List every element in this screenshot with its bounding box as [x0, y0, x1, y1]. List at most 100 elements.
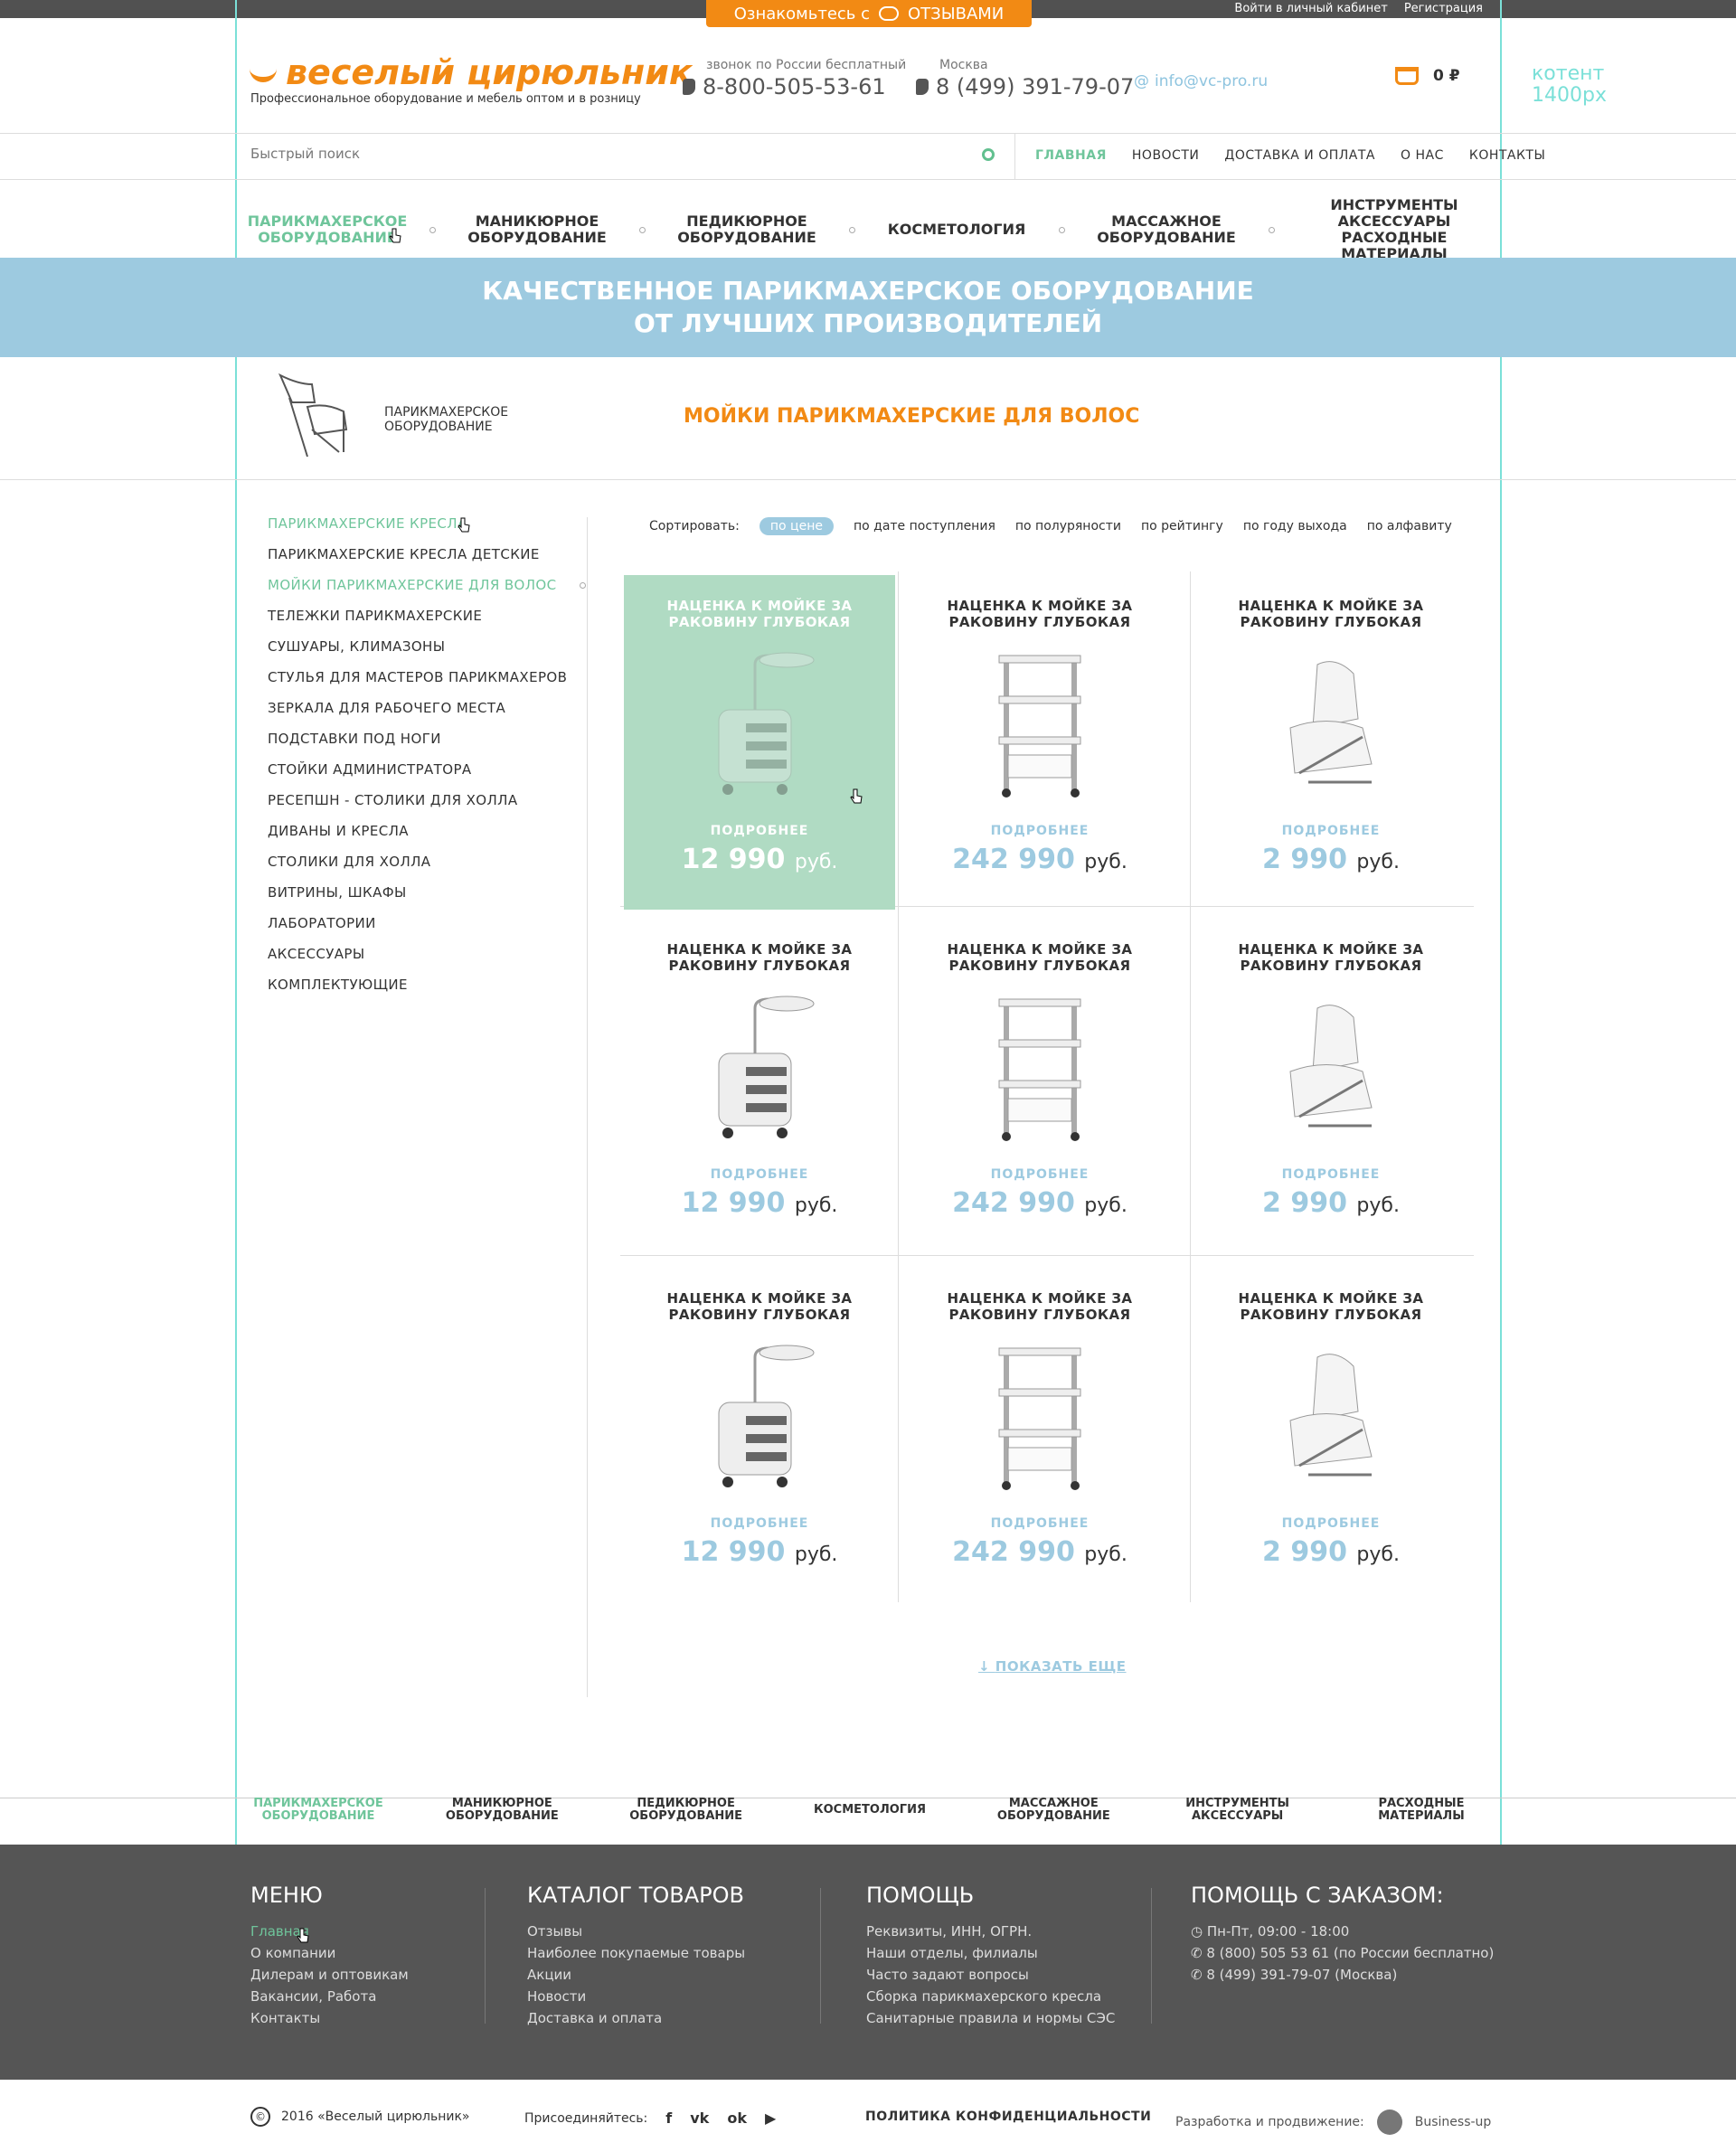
- details-link[interactable]: ПОДРОБНЕЕ: [904, 1516, 1175, 1531]
- product-card[interactable]: НАЦЕНКА К МОЙКЕ ЗА РАКОВИНУ ГЛУБОКАЯ ПОДРО…: [624, 1268, 895, 1602]
- odnoklassniki-icon[interactable]: ok: [727, 2110, 747, 2127]
- sort-by-alpha[interactable]: по алфавиту: [1367, 519, 1452, 533]
- privacy-policy-link[interactable]: ПОЛИТИКА КОНФИДЕНЦИАЛЬНОСТИ: [865, 2110, 1151, 2124]
- product-image[interactable]: [701, 990, 818, 1144]
- category-manicure[interactable]: МАНИКЮРНОЕ ОБОРУДОВАНИЕ: [447, 213, 627, 246]
- footer-link[interactable]: Главная: [250, 1921, 409, 1942]
- phone-moscow-number[interactable]: 8 (499) 391-79-07: [936, 74, 1134, 99]
- sidebar-item[interactable]: СТОЙКИ АДМИНИСТРАТОРА: [268, 754, 586, 785]
- sidebar-item[interactable]: ВИТРИНЫ, ШКАФЫ: [268, 877, 586, 908]
- sidebar-item[interactable]: ПАРИКМАХЕРСКИЕ КРЕСЛА ДЕТСКИЕ: [268, 539, 586, 570]
- footer-link[interactable]: Санитарные правила и нормы СЭС: [866, 2007, 1115, 2029]
- nav-about[interactable]: О НАС: [1401, 148, 1444, 163]
- sort-by-price[interactable]: по цене: [759, 517, 834, 535]
- product-image[interactable]: [981, 1339, 1099, 1493]
- sidebar-item[interactable]: СТОЛИКИ ДЛЯ ХОЛЛА: [268, 846, 586, 877]
- sidebar-item[interactable]: ТЕЛЕЖКИ ПАРИКМАХЕРСКИЕ: [268, 600, 586, 631]
- search-icon[interactable]: [982, 148, 995, 161]
- details-link[interactable]: ПОДРОБНЕЕ: [624, 1167, 895, 1182]
- footer-link[interactable]: Реквизиты, ИНН, ОГРН.: [866, 1921, 1115, 1942]
- footer-phone[interactable]: ✆ 8 (800) 505 53 61 (по России бесплатно…: [1191, 1942, 1494, 1964]
- phone-free-number[interactable]: 8-800-505-53-61: [703, 74, 886, 99]
- product-title[interactable]: НАЦЕНКА К МОЙКЕ ЗА РАКОВИНУ ГЛУБОКАЯ: [904, 598, 1175, 630]
- reviews-promo-button[interactable]: Ознакомьтесь с ОТЗЫВАМИ: [706, 0, 1032, 27]
- show-more-button[interactable]: ↓ ПОКАЗАТЬ ЕЩЕ: [978, 1658, 1127, 1675]
- sort-by-year[interactable]: по году выхода: [1243, 519, 1347, 533]
- youtube-icon[interactable]: ▶: [765, 2110, 776, 2127]
- footer-category[interactable]: ПЕДИКЮРНОЕ ОБОРУДОВАНИЕ: [605, 1798, 768, 1823]
- footer-link[interactable]: Дилерам и оптовикам: [250, 1964, 409, 1986]
- product-card[interactable]: НАЦЕНКА К МОЙКЕ ЗА РАКОВИНУ ГЛУБОКАЯ ПОДРО…: [624, 575, 895, 910]
- details-link[interactable]: ПОДРОБНЕЕ: [624, 824, 895, 838]
- product-title[interactable]: НАЦЕНКА К МОЙКЕ ЗА РАКОВИНУ ГЛУБОКАЯ: [624, 1290, 895, 1323]
- product-title[interactable]: НАЦЕНКА К МОЙКЕ ЗА РАКОВИНУ ГЛУБОКАЯ: [624, 941, 895, 974]
- footer-category[interactable]: ИНСТРУМЕНТЫ АКСЕССУАРЫ: [1156, 1798, 1319, 1823]
- sidebar-item[interactable]: ЗЕРКАЛА ДЛЯ РАБОЧЕГО МЕСТА: [268, 693, 586, 723]
- sidebar-item[interactable]: ЛАБОРАТОРИИ: [268, 908, 586, 939]
- sidebar-item[interactable]: АКСЕССУАРЫ: [268, 939, 586, 969]
- vk-icon[interactable]: vk: [690, 2110, 709, 2127]
- sidebar-item[interactable]: РЕСЕПШН - СТОЛИКИ ДЛЯ ХОЛЛА: [268, 785, 586, 816]
- product-title[interactable]: НАЦЕНКА К МОЙКЕ ЗА РАКОВИНУ ГЛУБОКАЯ: [904, 941, 1175, 974]
- footer-link[interactable]: Вакансии, Работа: [250, 1986, 409, 2007]
- product-image[interactable]: [981, 990, 1099, 1144]
- footer-link[interactable]: Контакты: [250, 2007, 409, 2029]
- product-card[interactable]: НАЦЕНКА К МОЙКЕ ЗА РАКОВИНУ ГЛУБОКАЯ ПОДРО…: [904, 919, 1175, 1253]
- footer-link[interactable]: Наиболее покупаемые товары: [527, 1942, 745, 1964]
- footer-category[interactable]: ПАРИКМАХЕРСКОЕ ОБОРУДОВАНИЕ: [237, 1798, 400, 1823]
- site-logo[interactable]: веселый цирюльник: [250, 52, 693, 92]
- footer-link[interactable]: О компании: [250, 1942, 409, 1964]
- product-title[interactable]: НАЦЕНКА К МОЙКЕ ЗА РАКОВИНУ ГЛУБОКАЯ: [904, 1290, 1175, 1323]
- footer-phone[interactable]: ✆ 8 (499) 391-79-07 (Москва): [1191, 1964, 1494, 1986]
- sidebar-item[interactable]: ДИВАНЫ И КРЕСЛА: [268, 816, 586, 846]
- sidebar-item[interactable]: КОМПЛЕКТУЮЩИЕ: [268, 969, 586, 1000]
- footer-link[interactable]: Акции: [527, 1964, 745, 1986]
- product-card[interactable]: НАЦЕНКА К МОЙКЕ ЗА РАКОВИНУ ГЛУБОКАЯ ПОДРО…: [1195, 1268, 1467, 1602]
- nav-home[interactable]: ГЛАВНАЯ: [1035, 148, 1107, 163]
- details-link[interactable]: ПОДРОБНЕЕ: [904, 1167, 1175, 1182]
- product-title[interactable]: НАЦЕНКА К МОЙКЕ ЗА РАКОВИНУ ГЛУБОКАЯ: [1195, 1290, 1467, 1323]
- nav-delivery[interactable]: ДОСТАВКА И ОПЛАТА: [1224, 148, 1375, 163]
- product-image[interactable]: [1272, 990, 1390, 1144]
- footer-category[interactable]: МАССАЖНОЕ ОБОРУДОВАНИЕ: [972, 1798, 1135, 1823]
- details-link[interactable]: ПОДРОБНЕЕ: [1195, 824, 1467, 838]
- facebook-icon[interactable]: f: [665, 2110, 672, 2127]
- details-link[interactable]: ПОДРОБНЕЕ: [624, 1516, 895, 1531]
- breadcrumb[interactable]: ПАРИКМАХЕРСКОЕ ОБОРУДОВАНИЕ: [384, 405, 508, 434]
- details-link[interactable]: ПОДРОБНЕЕ: [1195, 1167, 1467, 1182]
- product-card[interactable]: НАЦЕНКА К МОЙКЕ ЗА РАКОВИНУ ГЛУБОКАЯ ПОДРО…: [904, 575, 1175, 910]
- business-up-logo-icon[interactable]: [1376, 2110, 1402, 2135]
- nav-news[interactable]: НОВОСТИ: [1132, 148, 1199, 163]
- login-link[interactable]: Войти в личный кабинет: [1234, 2, 1387, 15]
- details-link[interactable]: ПОДРОБНЕЕ: [904, 824, 1175, 838]
- sort-by-date[interactable]: по дате поступления: [854, 519, 995, 533]
- category-massage[interactable]: МАССАЖНОЕ ОБОРУДОВАНИЕ: [1076, 213, 1257, 246]
- details-link[interactable]: ПОДРОБНЕЕ: [1195, 1516, 1467, 1531]
- sidebar-item[interactable]: СУШУАРЫ, КЛИМАЗОНЫ: [268, 631, 586, 662]
- sidebar-item[interactable]: СТУЛЬЯ ДЛЯ МАСТЕРОВ ПАРИКМАХЕРОВ: [268, 662, 586, 693]
- cart-button[interactable]: 0 ₽: [1395, 67, 1460, 85]
- footer-link[interactable]: Новости: [527, 1986, 745, 2007]
- product-image[interactable]: [1272, 647, 1390, 800]
- product-card[interactable]: НАЦЕНКА К МОЙКЕ ЗА РАКОВИНУ ГЛУБОКАЯ ПОДРО…: [904, 1268, 1175, 1602]
- product-card[interactable]: НАЦЕНКА К МОЙКЕ ЗА РАКОВИНУ ГЛУБОКАЯ ПОДРО…: [1195, 919, 1467, 1253]
- product-title[interactable]: НАЦЕНКА К МОЙКЕ ЗА РАКОВИНУ ГЛУБОКАЯ: [1195, 598, 1467, 630]
- footer-link[interactable]: Сборка парикмахерского кресла: [866, 1986, 1115, 2007]
- sidebar-item[interactable]: ПАРИКМАХЕРСКИЕ КРЕСЛА: [268, 508, 586, 539]
- product-card[interactable]: НАЦЕНКА К МОЙКЕ ЗА РАКОВИНУ ГЛУБОКАЯ ПОДРО…: [1195, 575, 1467, 910]
- developer-name[interactable]: Business-up: [1415, 2115, 1492, 2129]
- product-image[interactable]: [701, 647, 818, 800]
- footer-category[interactable]: МАНИКЮРНОЕ ОБОРУДОВАНИЕ: [420, 1798, 583, 1823]
- product-title[interactable]: НАЦЕНКА К МОЙКЕ ЗА РАКОВИНУ ГЛУБОКАЯ: [624, 598, 895, 630]
- footer-link[interactable]: Наши отделы, филиалы: [866, 1942, 1115, 1964]
- sidebar-item-active[interactable]: МОЙКИ ПАРИКМАХЕРСКИЕ ДЛЯ ВОЛОС: [268, 570, 586, 600]
- footer-link[interactable]: Отзывы: [527, 1921, 745, 1942]
- nav-contacts[interactable]: КОНТАКТЫ: [1469, 148, 1545, 163]
- footer-category[interactable]: РАСХОДНЫЕ МАТЕРИАЛЫ: [1340, 1798, 1503, 1823]
- product-card[interactable]: НАЦЕНКА К МОЙКЕ ЗА РАКОВИНУ ГЛУБОКАЯ ПОДРО…: [624, 919, 895, 1253]
- search-input[interactable]: Быстрый поиск: [250, 146, 360, 162]
- sort-by-rating[interactable]: по рейтингу: [1141, 519, 1223, 533]
- footer-link[interactable]: Часто задают вопросы: [866, 1964, 1115, 1986]
- product-image[interactable]: [701, 1339, 818, 1493]
- product-title[interactable]: НАЦЕНКА К МОЙКЕ ЗА РАКОВИНУ ГЛУБОКАЯ: [1195, 941, 1467, 974]
